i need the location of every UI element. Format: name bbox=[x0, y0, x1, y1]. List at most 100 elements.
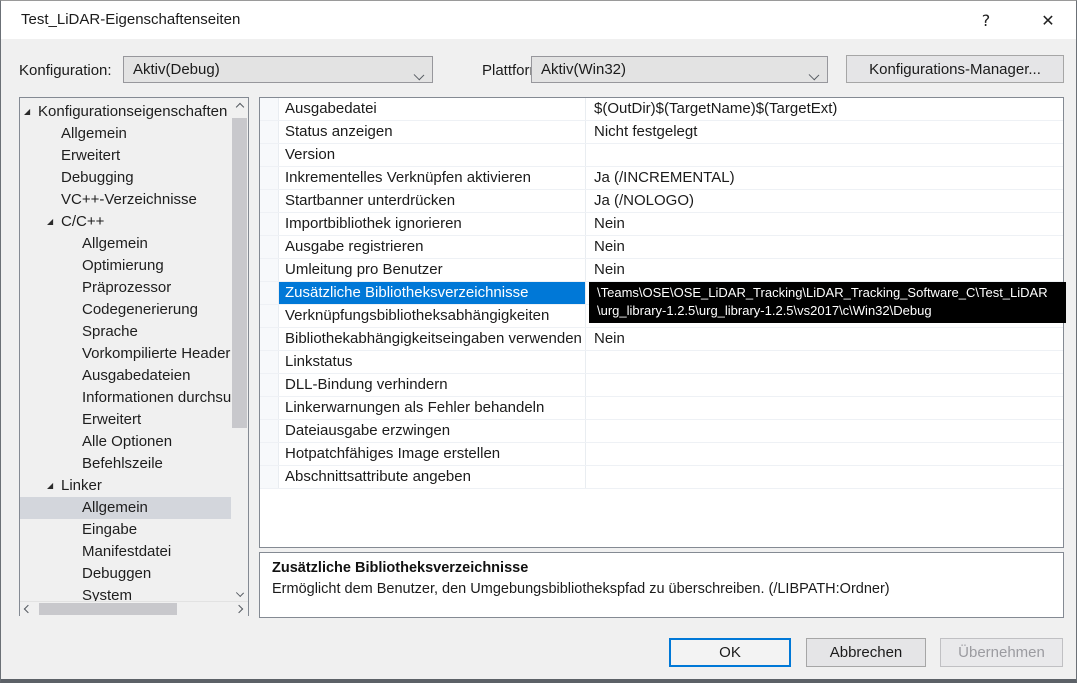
tree-item-erweitert[interactable]: Erweitert bbox=[20, 145, 231, 167]
tree-item-debuggen[interactable]: Debuggen bbox=[20, 563, 231, 585]
tree-item-alle-optionen[interactable]: Alle Optionen bbox=[20, 431, 231, 453]
scroll-right-icon[interactable] bbox=[231, 602, 247, 616]
tree-item-label: Optimierung bbox=[82, 255, 164, 277]
expand-arrow-icon[interactable]: ◢ bbox=[47, 475, 53, 497]
tree-item-label: Codegenerierung bbox=[82, 299, 198, 321]
tree-item-c-c[interactable]: ◢C/C++ bbox=[20, 211, 231, 233]
tree-item-linker[interactable]: ◢Linker bbox=[20, 475, 231, 497]
platform-dropdown[interactable]: Aktiv(Win32) bbox=[531, 56, 828, 83]
property-name: Startbanner unterdrücken bbox=[279, 190, 585, 212]
property-row-abschnittsattribute-angeben[interactable]: Abschnittsattribute angeben bbox=[260, 466, 1063, 489]
property-row-linkerwarnungen-als-fehler-behandeln[interactable]: Linkerwarnungen als Fehler behandeln bbox=[260, 397, 1063, 420]
property-name: Importbibliothek ignorieren bbox=[279, 213, 585, 235]
tree-item-vc-verzeichnisse[interactable]: VC++-Verzeichnisse bbox=[20, 189, 231, 211]
property-value[interactable]: Nicht festgelegt bbox=[585, 121, 1063, 143]
tooltip-line: \urg_library-1.2.5\urg_library-1.2.5\vs2… bbox=[597, 302, 1058, 320]
property-row-bibliothekabhängigkeitseingaben-verwenden[interactable]: Bibliothekabhängigkeitseingaben verwende… bbox=[260, 328, 1063, 351]
property-row-dll-bindung-verhindern[interactable]: DLL-Bindung verhindern bbox=[260, 374, 1063, 397]
row-gutter bbox=[260, 213, 279, 235]
configuration-dropdown[interactable]: Aktiv(Debug) bbox=[123, 56, 433, 83]
property-row-status-anzeigen[interactable]: Status anzeigenNicht festgelegt bbox=[260, 121, 1063, 144]
tree-item-system[interactable]: System bbox=[20, 585, 231, 601]
row-gutter bbox=[260, 420, 279, 442]
tree-item-konfigurationseigenschaften[interactable]: ◢Konfigurationseigenschaften bbox=[20, 101, 231, 123]
property-row-ausgabe-registrieren[interactable]: Ausgabe registrierenNein bbox=[260, 236, 1063, 259]
tree-item-ausgabedateien[interactable]: Ausgabedateien bbox=[20, 365, 231, 387]
tree-item-allgemein[interactable]: Allgemein bbox=[20, 123, 231, 145]
property-value[interactable]: Nein bbox=[585, 328, 1063, 350]
tree-item-befehlszeile[interactable]: Befehlszeile bbox=[20, 453, 231, 475]
row-gutter bbox=[260, 282, 279, 304]
configuration-label: Konfiguration: bbox=[19, 62, 112, 79]
tree-item-sprache[interactable]: Sprache bbox=[20, 321, 231, 343]
property-value[interactable]: Nein bbox=[585, 236, 1063, 258]
tree-item-allgemein[interactable]: Allgemein bbox=[20, 233, 231, 255]
ok-button[interactable]: OK bbox=[669, 638, 791, 667]
scroll-left-icon[interactable] bbox=[20, 602, 36, 616]
property-row-startbanner-unterdrücken[interactable]: Startbanner unterdrückenJa (/NOLOGO) bbox=[260, 190, 1063, 213]
tree-item-allgemein[interactable]: Allgemein bbox=[20, 497, 231, 519]
property-row-dateiausgabe-erzwingen[interactable]: Dateiausgabe erzwingen bbox=[260, 420, 1063, 443]
property-value[interactable]: Nein bbox=[585, 213, 1063, 235]
property-name: Bibliothekabhängigkeitseingaben verwende… bbox=[279, 328, 585, 350]
property-value[interactable] bbox=[585, 144, 1063, 166]
titlebar: Test_LiDAR-Eigenschaftenseiten ? ✕ bbox=[1, 1, 1076, 39]
tree-item-debugging[interactable]: Debugging bbox=[20, 167, 231, 189]
tree-item-eingabe[interactable]: Eingabe bbox=[20, 519, 231, 541]
tree-item-manifestdatei[interactable]: Manifestdatei bbox=[20, 541, 231, 563]
property-value[interactable] bbox=[585, 443, 1063, 465]
property-name: Zusätzliche Bibliotheksverzeichnisse bbox=[279, 282, 585, 304]
property-value[interactable]: Ja (/NOLOGO) bbox=[585, 190, 1063, 212]
tree-item-label: Präprozessor bbox=[82, 277, 171, 299]
tree-horizontal-scrollbar[interactable] bbox=[20, 601, 248, 616]
property-row-importbibliothek-ignorieren[interactable]: Importbibliothek ignorierenNein bbox=[260, 213, 1063, 236]
property-name: Dateiausgabe erzwingen bbox=[279, 420, 585, 442]
property-row-linkstatus[interactable]: Linkstatus bbox=[260, 351, 1063, 374]
property-value[interactable] bbox=[585, 351, 1063, 373]
help-button[interactable]: ? bbox=[963, 1, 1009, 39]
property-row-umleitung-pro-benutzer[interactable]: Umleitung pro BenutzerNein bbox=[260, 259, 1063, 282]
tree-item-label: Allgemein bbox=[82, 233, 148, 255]
close-button[interactable]: ✕ bbox=[1025, 1, 1071, 39]
description-text: Ermöglicht dem Benutzer, den Umgebungsbi… bbox=[272, 581, 1051, 597]
expand-arrow-icon[interactable]: ◢ bbox=[47, 211, 53, 233]
scroll-up-icon[interactable] bbox=[231, 98, 248, 115]
property-row-inkrementelles-verknüpfen-aktivieren[interactable]: Inkrementelles Verknüpfen aktivierenJa (… bbox=[260, 167, 1063, 190]
property-row-version[interactable]: Version bbox=[260, 144, 1063, 167]
tree-item-präprozessor[interactable]: Präprozessor bbox=[20, 277, 231, 299]
property-value[interactable] bbox=[585, 374, 1063, 396]
settings-tree-panel: ◢KonfigurationseigenschaftenAllgemeinErw… bbox=[19, 97, 249, 616]
property-row-ausgabedatei[interactable]: Ausgabedatei$(OutDir)$(TargetName)$(Targ… bbox=[260, 98, 1063, 121]
tree-item-label: Sprache bbox=[82, 321, 138, 343]
property-row-hotpatchfähiges-image-erstellen[interactable]: Hotpatchfähiges Image erstellen bbox=[260, 443, 1063, 466]
tree-vertical-scrollbar[interactable] bbox=[231, 98, 248, 601]
property-name: Linkstatus bbox=[279, 351, 585, 373]
configuration-value: Aktiv(Debug) bbox=[133, 61, 220, 78]
property-value[interactable] bbox=[585, 420, 1063, 442]
property-name: Ausgabe registrieren bbox=[279, 236, 585, 258]
property-value[interactable]: Nein bbox=[585, 259, 1063, 281]
row-gutter bbox=[260, 236, 279, 258]
scroll-down-icon[interactable] bbox=[231, 584, 248, 601]
cancel-button[interactable]: Abbrechen bbox=[806, 638, 926, 667]
tree-item-codegenerierung[interactable]: Codegenerierung bbox=[20, 299, 231, 321]
description-panel: Zusätzliche Bibliotheksverzeichnisse Erm… bbox=[259, 552, 1064, 618]
tree-item-label: Erweitert bbox=[61, 145, 120, 167]
description-title: Zusätzliche Bibliotheksverzeichnisse bbox=[272, 560, 1051, 576]
tree-item-vorkompilierte-header[interactable]: Vorkompilierte Header bbox=[20, 343, 231, 365]
property-name: Verknüpfungsbibliotheksabhängigkeiten bbox=[279, 305, 585, 327]
configuration-manager-button[interactable]: Konfigurations-Manager... bbox=[846, 55, 1064, 83]
tree-item-optimierung[interactable]: Optimierung bbox=[20, 255, 231, 277]
property-value[interactable] bbox=[585, 466, 1063, 488]
tree-item-label: Informationen durchsuchen bbox=[82, 387, 231, 409]
property-value[interactable]: Ja (/INCREMENTAL) bbox=[585, 167, 1063, 189]
property-value[interactable] bbox=[585, 397, 1063, 419]
horizontal-scroll-thumb[interactable] bbox=[39, 603, 177, 615]
tree-item-erweitert[interactable]: Erweitert bbox=[20, 409, 231, 431]
expand-arrow-icon[interactable]: ◢ bbox=[24, 101, 30, 123]
vertical-scroll-thumb[interactable] bbox=[232, 118, 247, 428]
property-value[interactable]: $(OutDir)$(TargetName)$(TargetExt) bbox=[585, 98, 1063, 120]
apply-button[interactable]: Übernehmen bbox=[940, 638, 1063, 667]
tree-item-informationen-durchsuchen[interactable]: Informationen durchsuchen bbox=[20, 387, 231, 409]
property-name: DLL-Bindung verhindern bbox=[279, 374, 585, 396]
